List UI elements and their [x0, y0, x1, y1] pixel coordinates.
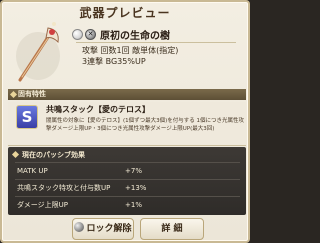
weapon-preview-dialog: 武器プレビュー ✕ 原初の生命の樹 攻撃 回数1回 敵単体(指定) 3連撃 BG… [0, 0, 250, 243]
passive-label: ダメージ上限UP [17, 201, 68, 209]
passive-row: ダメージ上限UP +1% [15, 196, 240, 212]
passive-value: +1% [125, 201, 142, 209]
skill-icon: S [16, 105, 38, 129]
light-element-icon [72, 28, 83, 40]
skill-box: S 共鳴スタック【愛のテロス】 闇属性の対象に【愛のテロス】(1個ずつ最大3個)… [8, 102, 246, 146]
unlock-button[interactable]: ロック解除 [72, 218, 134, 240]
passive-row: MATK UP +7% [15, 162, 240, 178]
passive-panel: 現在のパッシブ効果 MATK UP +7% 共鳴スタック特攻と付与数UP +13… [8, 147, 246, 215]
diamond-icon [9, 90, 18, 99]
passive-label: MATK UP [17, 167, 48, 175]
diamond-icon [11, 150, 20, 159]
passive-value: +7% [125, 167, 142, 175]
lock-icon [74, 222, 85, 232]
weapon-stat-line: 攻撃 回数1回 敵単体(指定) [82, 46, 179, 55]
weapon-name: 原初の生命の樹 [100, 30, 170, 42]
dialog-title: 武器プレビュー [79, 6, 171, 20]
detail-button-label: 詳 細 [161, 224, 183, 234]
weapon-image [16, 22, 60, 82]
skill-name: 共鳴スタック【愛のテロス】 [46, 105, 150, 114]
lock-icon: ✕ [85, 28, 96, 40]
skill-description: 闇属性の対象に【愛のテロス】(1個ずつ最大3個)を付与する 1個につき光属性攻撃… [46, 118, 245, 132]
divider [76, 42, 236, 43]
weapon-stats: 攻撃 回数1回 敵単体(指定) 3連撃 BG35%UP [82, 46, 178, 67]
weapon-name-row: ✕ 原初の生命の樹 [72, 27, 170, 42]
detail-button[interactable]: 詳 細 [140, 218, 204, 240]
passive-header: 現在のパッシブ効果 [22, 151, 85, 159]
trait-section-label: 固有特性 [18, 90, 46, 98]
weapon-stat-line: 3連撃 BG35%UP [82, 56, 146, 66]
unlock-button-label: ロック解除 [86, 224, 132, 234]
passive-row: 共鳴スタック特攻と付与数UP +13% [15, 179, 240, 195]
passive-value: +13% [125, 184, 147, 192]
trait-section-header: 固有特性 [8, 89, 246, 100]
passive-label: 共鳴スタック特攻と付与数UP [17, 184, 111, 192]
